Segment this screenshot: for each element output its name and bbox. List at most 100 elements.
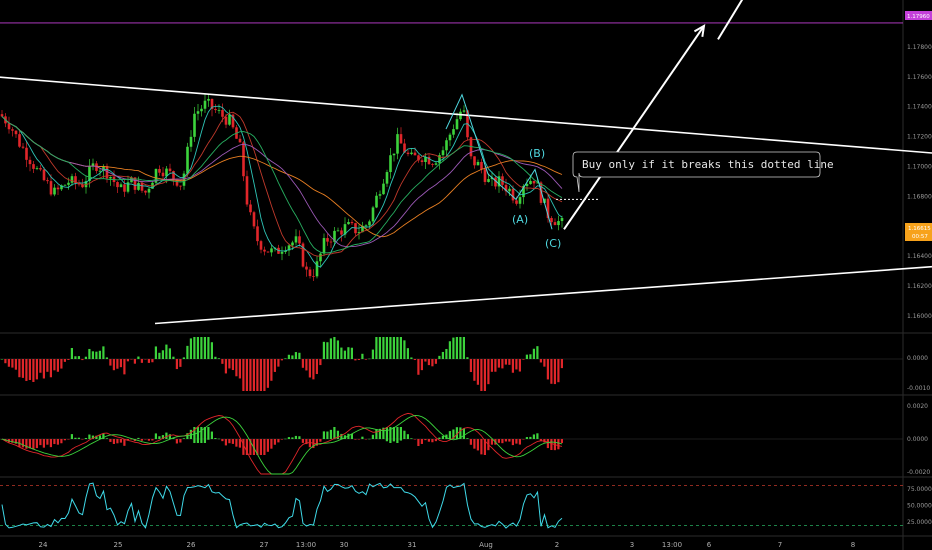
candle[interactable]: [32, 164, 35, 169]
candle[interactable]: [368, 221, 371, 226]
candle[interactable]: [200, 108, 203, 112]
time-axis-label[interactable]: 8: [851, 541, 855, 549]
candle[interactable]: [455, 119, 459, 130]
candle[interactable]: [11, 129, 14, 131]
time-axis-label[interactable]: 26: [187, 541, 196, 549]
candle[interactable]: [508, 188, 511, 192]
candle[interactable]: [214, 108, 217, 111]
candle[interactable]: [25, 147, 28, 160]
candle[interactable]: [266, 251, 270, 253]
time-axis-label[interactable]: 6: [707, 541, 712, 549]
candle[interactable]: [172, 171, 175, 179]
candle[interactable]: [375, 195, 378, 208]
candle[interactable]: [249, 204, 252, 213]
candle[interactable]: [410, 152, 413, 155]
candle[interactable]: [473, 156, 476, 166]
candle[interactable]: [147, 188, 151, 193]
candle[interactable]: [291, 242, 294, 246]
candle[interactable]: [196, 111, 200, 114]
candle[interactable]: [228, 114, 231, 125]
candle[interactable]: [116, 182, 119, 188]
time-axis-label[interactable]: 25: [114, 541, 123, 549]
candle[interactable]: [109, 177, 112, 179]
candle[interactable]: [441, 150, 445, 156]
candle[interactable]: [396, 134, 399, 154]
time-axis-label[interactable]: Aug: [479, 541, 493, 549]
time-axis-label[interactable]: 30: [340, 541, 349, 549]
candle[interactable]: [476, 161, 480, 166]
candle[interactable]: [305, 266, 308, 270]
candle[interactable]: [308, 269, 312, 277]
time-axis-label[interactable]: 24: [39, 541, 48, 549]
candle[interactable]: [252, 212, 256, 227]
candle[interactable]: [420, 160, 424, 162]
candle[interactable]: [515, 200, 518, 204]
candle[interactable]: [322, 238, 326, 254]
candle[interactable]: [7, 123, 11, 130]
candle[interactable]: [28, 159, 32, 165]
candle[interactable]: [371, 207, 375, 222]
candle[interactable]: [39, 168, 42, 170]
candle[interactable]: [18, 134, 21, 147]
candle[interactable]: [319, 253, 322, 262]
candle[interactable]: [413, 152, 417, 156]
candle[interactable]: [445, 140, 448, 151]
candle[interactable]: [189, 136, 193, 147]
candle[interactable]: [14, 130, 18, 135]
candle[interactable]: [480, 161, 483, 170]
candle[interactable]: [186, 146, 189, 174]
candle[interactable]: [168, 168, 172, 172]
candle[interactable]: [382, 183, 385, 195]
candle[interactable]: [294, 236, 298, 243]
candle[interactable]: [392, 153, 396, 156]
candle[interactable]: [49, 181, 53, 195]
candle[interactable]: [406, 152, 410, 155]
candle[interactable]: [70, 176, 74, 183]
trading-chart[interactable]: 1.17800 1.17600 1.17400 1.17200 1.17000 1.168…: [0, 0, 932, 550]
candle[interactable]: [42, 169, 46, 181]
candle[interactable]: [193, 113, 196, 137]
candle[interactable]: [53, 187, 56, 195]
candle[interactable]: [350, 222, 354, 224]
candle[interactable]: [140, 182, 144, 191]
candle[interactable]: [399, 134, 403, 144]
candle[interactable]: [263, 249, 266, 252]
candle[interactable]: [63, 184, 67, 186]
candle[interactable]: [217, 110, 221, 111]
candle[interactable]: [529, 180, 532, 185]
candle[interactable]: [336, 230, 340, 232]
candle[interactable]: [46, 180, 49, 182]
candle[interactable]: [224, 116, 228, 125]
candle[interactable]: [270, 248, 273, 253]
candle[interactable]: [329, 241, 333, 243]
candle[interactable]: [203, 100, 207, 109]
candle[interactable]: [557, 221, 560, 226]
candle[interactable]: [35, 168, 39, 169]
candle[interactable]: [315, 261, 319, 277]
candle[interactable]: [560, 218, 564, 222]
candle[interactable]: [280, 251, 284, 254]
candle[interactable]: [245, 176, 249, 205]
candle[interactable]: [452, 129, 455, 135]
candle[interactable]: [462, 110, 466, 112]
candle[interactable]: [378, 194, 382, 196]
time-axis-label[interactable]: 31: [408, 541, 417, 549]
candle[interactable]: [434, 163, 438, 165]
candle[interactable]: [553, 222, 557, 226]
candle[interactable]: [259, 241, 263, 250]
candle[interactable]: [431, 164, 434, 165]
candle[interactable]: [448, 134, 452, 141]
candle[interactable]: [389, 155, 392, 173]
candle[interactable]: [158, 168, 161, 173]
time-axis-label[interactable]: 13:00: [296, 541, 316, 549]
candle[interactable]: [161, 172, 165, 177]
time-axis-label[interactable]: 7: [778, 541, 782, 549]
candle[interactable]: [298, 236, 301, 244]
candle[interactable]: [21, 146, 25, 148]
candle[interactable]: [0, 114, 4, 117]
candle[interactable]: [385, 172, 389, 184]
candle[interactable]: [98, 170, 102, 172]
candle[interactable]: [312, 276, 315, 277]
candle[interactable]: [56, 187, 60, 190]
candle[interactable]: [144, 190, 147, 193]
